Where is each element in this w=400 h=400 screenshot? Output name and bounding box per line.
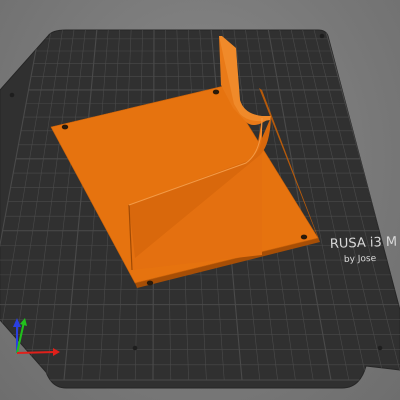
print-bed-scene[interactable]: RUSA i3 M by Jose — [0, 0, 400, 400]
model-hole — [212, 89, 220, 95]
3d-viewport[interactable]: RUSA i3 M by Jose — [0, 0, 400, 400]
axis-x-line — [16, 351, 56, 354]
bed-hole — [377, 345, 383, 351]
bed-hole — [132, 345, 138, 351]
bed-hole — [9, 92, 15, 98]
bed-brand-subtext: by Jose — [344, 254, 377, 265]
bed-brand-text: RUSA i3 M — [330, 235, 398, 252]
model-hole — [146, 280, 154, 286]
model-hole — [61, 124, 69, 130]
model-hole — [300, 234, 308, 240]
bed-hole — [319, 33, 325, 39]
